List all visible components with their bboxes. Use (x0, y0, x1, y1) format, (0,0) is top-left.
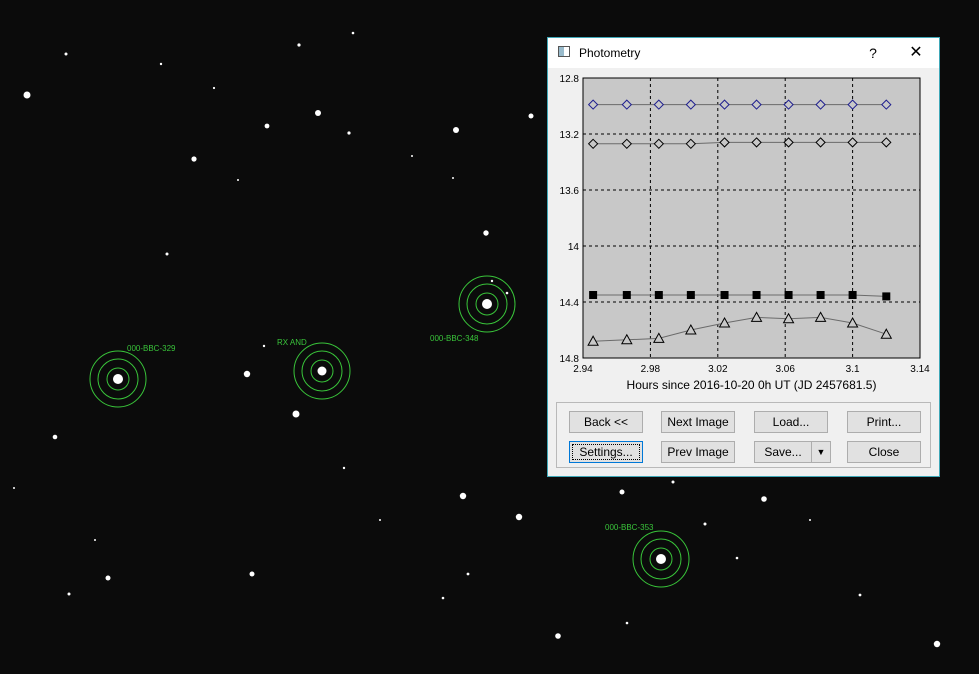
x-tick-label: 3.1 (846, 364, 860, 375)
aperture-label-bbc329: 000-BBC-329 (127, 344, 176, 353)
print-button[interactable]: Print... (847, 411, 921, 433)
x-tick-label: 3.06 (775, 364, 795, 375)
y-tick-label: 14 (568, 242, 580, 253)
prev-image-button[interactable]: Prev Image (661, 441, 735, 463)
close-window-button[interactable]: ✕ (904, 43, 928, 63)
y-tick-label: 13.2 (560, 130, 580, 141)
title-bar[interactable]: Photometry ? ✕ (548, 38, 939, 68)
x-tick-label: 2.98 (641, 364, 661, 375)
y-tick-label: 12.8 (560, 74, 580, 85)
load-button[interactable]: Load... (754, 411, 828, 433)
button-panel: Back << Next Image Load... Print... Sett… (556, 402, 931, 468)
settings-button[interactable]: Settings... (569, 441, 643, 463)
light-curve-chart: 2.94 2.98 3.02 3.06 3.1 3.14 12.8 13.2 13.6 14 14.… (560, 74, 931, 392)
y-tick-label: 14.4 (560, 298, 580, 309)
next-image-button[interactable]: Next Image (661, 411, 735, 433)
data-point-square (848, 291, 857, 299)
x-tick-label: 2.94 (573, 364, 593, 375)
help-button[interactable]: ? (862, 43, 884, 63)
close-button[interactable]: Close (847, 441, 921, 463)
data-point-square (622, 291, 631, 299)
y-tick-label: 14.8 (560, 354, 580, 365)
data-point-square (654, 291, 663, 299)
data-point-square (752, 291, 761, 299)
aperture-label-bbc348: 000-BBC-348 (430, 334, 479, 343)
aperture-label-rx-and: RX AND (277, 338, 307, 347)
data-point-square (686, 291, 695, 299)
data-point-square (784, 291, 793, 299)
data-point-square (589, 291, 598, 299)
back-button[interactable]: Back << (569, 411, 643, 433)
aperture-label-bbc353: 000-BBC-353 (605, 523, 654, 532)
x-tick-label: 3.14 (910, 364, 930, 375)
save-dropdown-arrow[interactable]: ▼ (811, 441, 831, 463)
dialog-title: Photometry (579, 46, 641, 60)
app-icon (558, 46, 570, 57)
chevron-down-icon: ▼ (816, 447, 826, 457)
y-tick-label: 13.6 (560, 186, 580, 197)
photometry-dialog: Photometry ? ✕ 2.94 2.98 3.02 3.06 3.1 3.14 12… (547, 37, 940, 477)
plot-area (582, 77, 921, 359)
x-axis-label: Hours since 2016-10-20 0h UT (JD 2457681… (627, 378, 877, 392)
data-point-square (882, 292, 891, 301)
save-button[interactable]: Save... (754, 441, 812, 463)
data-point-square (816, 291, 825, 299)
data-point-square (720, 291, 729, 299)
x-tick-label: 3.02 (708, 364, 728, 375)
